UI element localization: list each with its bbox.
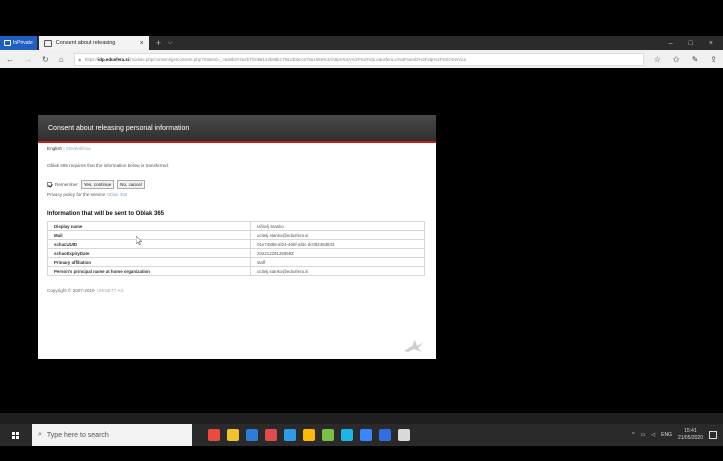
forward-icon[interactable]: → xyxy=(24,55,32,64)
attribute-value: 20221229125959Z xyxy=(250,248,425,258)
attribute-name: Primary affiliation xyxy=(47,257,251,267)
windows-logo-icon xyxy=(11,431,19,439)
copyright: Copyright © 2007-2019 UNINETT AS xyxy=(47,288,427,293)
taskbar-search[interactable]: ⌕ Type here to search xyxy=(32,424,192,446)
taskbar-app-icon[interactable] xyxy=(322,429,334,441)
favorites-icon[interactable]: ✩ xyxy=(673,55,680,64)
screen: InPrivate Consent about releasing × + ⌵ … xyxy=(0,0,723,461)
attributes-table: Display name Učitelj Stanko Mail ucitelj.st… xyxy=(47,221,425,276)
clock-time: 15:41 xyxy=(684,428,697,434)
notifications-icon[interactable] xyxy=(709,431,717,439)
start-button[interactable] xyxy=(8,424,22,446)
lang-link-slovenscina[interactable]: Slovenščina xyxy=(66,146,91,151)
copyright-text: Copyright © 2007-2019 xyxy=(47,288,95,293)
inprivate-label: InPrivate xyxy=(13,40,33,46)
attribute-value: Učitelj Stanko xyxy=(250,221,425,231)
no-cancel-button[interactable]: No, cancel xyxy=(117,180,145,189)
share-icon[interactable]: ⇪ xyxy=(710,55,717,64)
inprivate-badge[interactable]: InPrivate xyxy=(0,36,37,50)
table-row: schacUUID 01e74886-af24-46bf-afdc-dc08245… xyxy=(47,239,425,249)
taskbar-app-icon[interactable] xyxy=(246,429,258,441)
taskbar-app-icon[interactable] xyxy=(360,429,372,441)
table-row: Primary affiliation staff xyxy=(47,257,425,267)
lang-current: English xyxy=(47,146,63,151)
privacy-link[interactable]: Oblak 365 xyxy=(107,192,128,197)
url-scheme: https:// xyxy=(84,56,99,62)
pen-icon[interactable]: ✎ xyxy=(692,55,699,64)
copyright-org: UNINETT AS xyxy=(96,288,124,293)
window-controls: – □ × xyxy=(669,40,723,47)
back-icon[interactable]: ← xyxy=(6,55,14,64)
taskbar-app-icon[interactable] xyxy=(341,429,353,441)
chevron-down-icon[interactable]: ⌵ xyxy=(168,40,173,47)
table-row: schacExpiryDate 20221229125959Z xyxy=(47,248,425,258)
new-tab-icon[interactable]: + xyxy=(156,38,161,48)
table-row: Mail ucitelj.stanko@edusfera.si xyxy=(47,230,425,240)
favorite-star-icon[interactable]: ☆ xyxy=(654,55,661,64)
clock-date: 21/05/2020 xyxy=(677,435,703,441)
page-title: Consent about releasing personal informa… xyxy=(38,115,436,143)
url-path: /module.php/consent/getconsent.php?State… xyxy=(129,56,467,62)
close-tab-icon[interactable]: × xyxy=(140,40,144,47)
taskbar-app-icon[interactable] xyxy=(265,429,277,441)
language-indicator[interactable]: ENG xyxy=(661,432,672,438)
info-heading: Information that will be sent to Oblak 3… xyxy=(47,211,165,217)
pinned-apps xyxy=(208,429,410,441)
home-icon[interactable]: ⌂ xyxy=(59,55,64,64)
table-row: Person's principal name at home organiza… xyxy=(47,266,425,276)
consent-card: Consent about releasing personal informa… xyxy=(38,115,436,359)
taskbar: ⌕ Type here to search ^ ▭ ◁ ENG 15:41 21… xyxy=(0,424,723,446)
remember-checkbox[interactable] xyxy=(47,182,52,187)
lock-icon: 🔒︎ xyxy=(78,56,81,62)
maximize-button[interactable]: □ xyxy=(689,40,693,47)
consent-actions: Remember Yes, continue No, cancel xyxy=(47,180,427,189)
system-tray: ^ ▭ ◁ ENG 15:41 21/05/2020 xyxy=(632,428,723,442)
url-host: idp.edusfera.si xyxy=(98,56,130,62)
taskbar-app-icon[interactable] xyxy=(303,429,315,441)
inprivate-icon xyxy=(4,40,11,46)
taskbar-app-icon[interactable] xyxy=(398,429,410,441)
network-icon[interactable]: ▭ xyxy=(641,432,646,438)
attribute-value: ucitelj.stanko@edusfera.si xyxy=(250,230,425,240)
taskbar-app-icon[interactable] xyxy=(227,429,239,441)
card-body: English | Slovenščina Oblak 365 requires… xyxy=(38,143,436,296)
logo-icon xyxy=(404,340,424,352)
attribute-name: schacUUID xyxy=(47,239,251,249)
taskbar-app-icon[interactable] xyxy=(208,429,220,441)
attribute-value: staff xyxy=(250,257,425,267)
url-field[interactable]: 🔒︎ https://idp.edusfera.si/module.php/co… xyxy=(73,52,644,66)
attribute-name: schacExpiryDate xyxy=(47,248,251,258)
tab-consent[interactable]: Consent about releasing × xyxy=(38,36,149,50)
tab-bar: InPrivate Consent about releasing × + ⌵ … xyxy=(0,36,723,50)
address-bar: ← → ↻ ⌂ 🔒︎ https://idp.edusfera.si/modul… xyxy=(0,50,723,68)
page-viewport: Consent about releasing personal informa… xyxy=(0,68,723,413)
attribute-name: Person's principal name at home organiza… xyxy=(47,266,251,276)
minimize-button[interactable]: – xyxy=(669,40,673,47)
attribute-value: 01e74886-af24-46bf-afdc-dc08245d833 xyxy=(250,239,425,249)
privacy-text: Privacy policy for the service xyxy=(47,192,106,197)
page-icon xyxy=(43,39,52,47)
search-icon: ⌕ xyxy=(38,431,42,438)
mouse-cursor-icon xyxy=(136,236,142,245)
browser-tools: ☆ ✩ ✎ ⇪ xyxy=(654,55,717,64)
tray-chevron-icon[interactable]: ^ xyxy=(632,432,634,438)
attribute-value: ucitelj.stanko@edusfera.si xyxy=(250,266,425,276)
search-placeholder: Type here to search xyxy=(46,431,109,439)
browser-window: InPrivate Consent about releasing × + ⌵ … xyxy=(0,36,723,446)
language-switcher: English | Slovenščina xyxy=(47,146,91,151)
remember-label: Remember xyxy=(55,182,78,187)
privacy-policy: Privacy policy for the service Oblak 365 xyxy=(47,192,427,197)
volume-icon[interactable]: ◁ xyxy=(651,432,655,438)
close-window-button[interactable]: × xyxy=(709,40,713,47)
taskbar-app-icon[interactable] xyxy=(379,429,391,441)
tab-title: Consent about releasing xyxy=(55,40,116,46)
attribute-name: Display name xyxy=(47,221,251,231)
yes-continue-button[interactable]: Yes, continue xyxy=(80,180,115,189)
table-row: Display name Učitelj Stanko xyxy=(47,221,425,231)
clock[interactable]: 15:41 21/05/2020 xyxy=(678,428,703,442)
refresh-icon[interactable]: ↻ xyxy=(42,55,49,64)
taskbar-app-icon[interactable] xyxy=(284,429,296,441)
attribute-name: Mail xyxy=(47,230,251,240)
intro-text: Oblak 365 requires that the information … xyxy=(47,163,170,168)
